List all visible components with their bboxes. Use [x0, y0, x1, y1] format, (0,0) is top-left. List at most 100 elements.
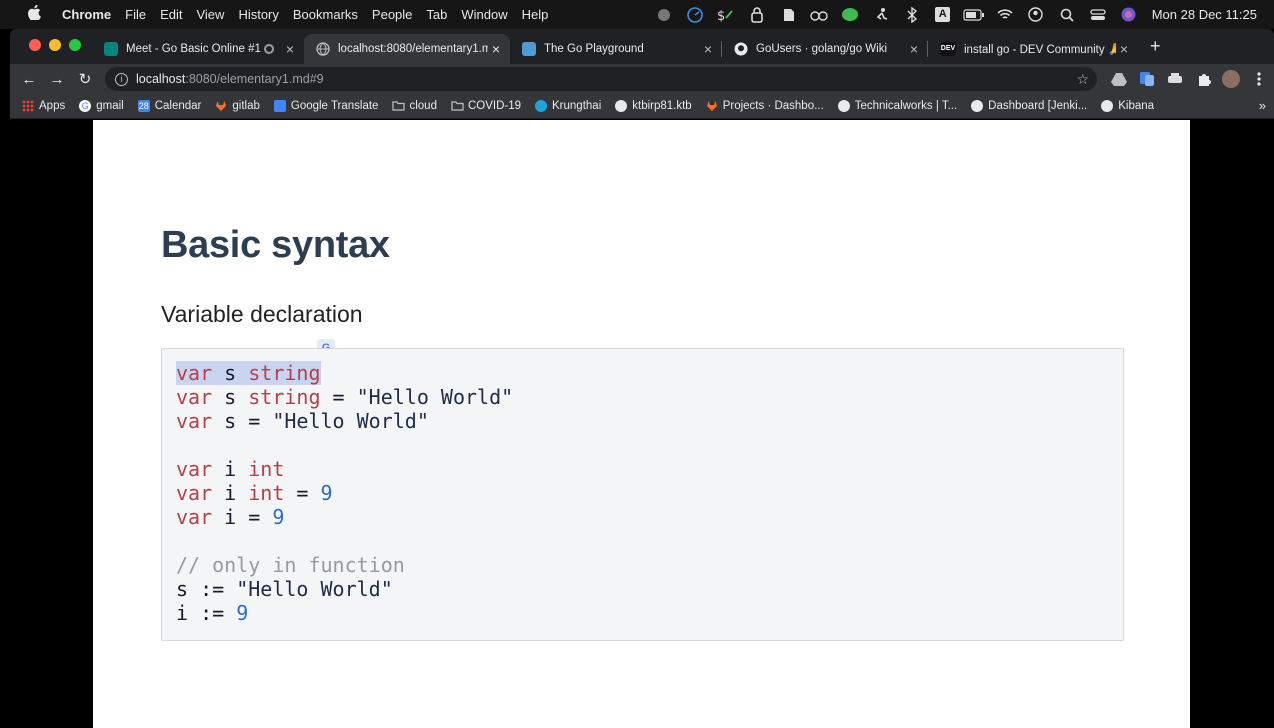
- run-icon[interactable]: [870, 6, 892, 24]
- chrome-menu-icon[interactable]: [1250, 70, 1268, 88]
- tab-strip: Meet - Go Basic Online #1 × localhost:80…: [10, 29, 1274, 64]
- siri-icon[interactable]: [1118, 6, 1140, 24]
- code-identifier: i: [212, 481, 249, 505]
- tab-dev-community[interactable]: DEV install go - DEV Community 🙏 ×: [928, 34, 1138, 64]
- drive-extension-icon[interactable]: [1110, 70, 1128, 88]
- back-arrow-icon[interactable]: ←: [15, 71, 43, 88]
- bookmark-technicalworks[interactable]: Technicalworks | T...: [837, 100, 957, 112]
- bookmark-apps[interactable]: Apps: [22, 100, 65, 112]
- code-line: var i int: [176, 457, 1123, 481]
- extension-icons: [1100, 70, 1268, 88]
- spotlight-search-icon[interactable]: [1056, 6, 1078, 24]
- speed-gauge-icon[interactable]: [684, 6, 706, 24]
- menu-edit[interactable]: Edit: [160, 7, 182, 22]
- zoom-window-button[interactable]: [69, 39, 81, 51]
- bookmark-label: Calendar: [154, 100, 202, 112]
- bookmark-kibana[interactable]: Kibana: [1101, 100, 1154, 112]
- line-chat-icon[interactable]: [839, 6, 861, 24]
- address-bar[interactable]: i localhost:8080/elementary1.md#9 ☆: [105, 67, 1097, 91]
- evernote-icon[interactable]: [777, 6, 799, 24]
- menu-history[interactable]: History: [238, 7, 278, 22]
- translate-extension-icon[interactable]: [1138, 70, 1156, 88]
- bluetooth-icon[interactable]: [901, 6, 923, 24]
- forward-arrow-icon[interactable]: →: [43, 71, 71, 88]
- reload-icon[interactable]: ↻: [71, 70, 99, 88]
- dollar-icon[interactable]: $: [715, 6, 737, 24]
- tab-close-icon[interactable]: ×: [1116, 41, 1132, 57]
- tab-localhost[interactable]: localhost:8080/elementary1.m ×: [304, 34, 510, 64]
- menu-people[interactable]: People: [372, 7, 412, 22]
- bookmark-ktbirp[interactable]: ktbirp81.ktb: [615, 100, 692, 112]
- bookmark-projects-dashboard[interactable]: Projects · Dashbo...: [706, 100, 824, 112]
- bookmarks-overflow-chevron-icon[interactable]: »: [1259, 98, 1266, 113]
- minimize-window-button[interactable]: [49, 39, 61, 51]
- macos-menu-bar: Chrome File Edit View History Bookmarks …: [0, 0, 1274, 29]
- profile-avatar[interactable]: [1222, 70, 1240, 88]
- web-globe-icon: [615, 100, 628, 112]
- user-account-icon[interactable]: [1025, 6, 1047, 24]
- glasses-icon[interactable]: [808, 6, 830, 24]
- menu-tab[interactable]: Tab: [426, 7, 447, 22]
- input-source-icon[interactable]: A: [932, 6, 954, 24]
- bookmark-krungthai[interactable]: Krungthai: [535, 100, 601, 112]
- menu-bar-clock[interactable]: Mon 28 Dec 11:25: [1152, 7, 1257, 22]
- control-center-icon[interactable]: [1087, 6, 1109, 24]
- chrome-window: Meet - Go Basic Online #1 × localhost:80…: [10, 29, 1274, 728]
- bookmark-label: Google Translate: [290, 100, 379, 112]
- tab-close-icon[interactable]: ×: [906, 41, 922, 57]
- tab-go-playground[interactable]: The Go Playground ×: [510, 34, 722, 64]
- code-block[interactable]: var s string var s string = "Hello World…: [161, 348, 1124, 641]
- bookmark-label: COVID-19: [467, 100, 522, 112]
- slide-title: Basic syntax: [161, 224, 390, 266]
- web-globe-icon: [837, 100, 850, 112]
- tab-close-icon[interactable]: ×: [488, 41, 504, 57]
- code-operator: =: [284, 481, 321, 505]
- new-tab-button[interactable]: +: [1150, 36, 1161, 57]
- extensions-puzzle-icon[interactable]: [1194, 70, 1212, 88]
- code-identifier: i =: [212, 505, 273, 529]
- go-gopher-icon: [522, 42, 536, 56]
- code-line: s := "Hello World": [176, 577, 1123, 601]
- tab-label: Meet - Go Basic Online #1: [126, 43, 261, 55]
- url-path: :8080/elementary1.md#9: [185, 72, 324, 86]
- code-type: string: [248, 361, 321, 385]
- code-line: var i int = 9: [176, 481, 1123, 505]
- bookmark-jenkins-dashboard[interactable]: Dashboard [Jenki...: [971, 100, 1087, 112]
- record-icon[interactable]: [653, 6, 675, 24]
- code-line: var s string = "Hello World": [176, 385, 1123, 409]
- tab-gousers[interactable]: GoUsers · golang/go Wiki ×: [722, 34, 928, 64]
- bookmark-label: Kibana: [1118, 100, 1155, 112]
- code-string: "Hello World": [272, 409, 429, 433]
- wifi-icon[interactable]: [994, 6, 1016, 24]
- bookmark-star-icon[interactable]: ☆: [1076, 71, 1089, 88]
- code-type: int: [248, 457, 285, 481]
- code-type: string: [248, 385, 321, 409]
- tab-close-icon[interactable]: ×: [700, 41, 716, 57]
- vpn-lock-icon[interactable]: [746, 6, 768, 24]
- menu-app-name[interactable]: Chrome: [62, 7, 111, 22]
- tab-meet[interactable]: Meet - Go Basic Online #1 ×: [92, 34, 304, 64]
- bookmark-label: gmail: [96, 100, 124, 112]
- menu-help[interactable]: Help: [522, 7, 549, 22]
- battery-icon[interactable]: [963, 6, 985, 24]
- bookmark-gmail[interactable]: Ggmail: [79, 100, 124, 112]
- site-info-icon[interactable]: i: [115, 72, 128, 86]
- printer-extension-icon[interactable]: [1166, 70, 1184, 88]
- code-line: var s = "Hello World": [176, 409, 1123, 433]
- bookmark-gitlab[interactable]: gitlab: [215, 100, 260, 112]
- bookmark-google-translate[interactable]: Google Translate: [273, 100, 379, 112]
- bookmark-folder-covid[interactable]: COVID-19: [451, 100, 521, 112]
- tab-label: localhost:8080/elementary1.m: [338, 43, 488, 55]
- code-number: 9: [320, 481, 333, 505]
- close-window-button[interactable]: [29, 39, 41, 51]
- tab-close-icon[interactable]: ×: [282, 41, 298, 57]
- krungthai-icon: [535, 100, 548, 112]
- apple-menu-icon[interactable]: [28, 4, 46, 24]
- menu-file[interactable]: File: [125, 7, 146, 22]
- menu-view[interactable]: View: [196, 7, 224, 22]
- bookmark-folder-cloud[interactable]: cloud: [392, 100, 437, 112]
- menu-window[interactable]: Window: [461, 7, 507, 22]
- menu-bookmarks[interactable]: Bookmarks: [293, 7, 358, 22]
- web-globe-icon: [1101, 100, 1114, 112]
- bookmark-calendar[interactable]: 28 Calendar: [137, 100, 202, 112]
